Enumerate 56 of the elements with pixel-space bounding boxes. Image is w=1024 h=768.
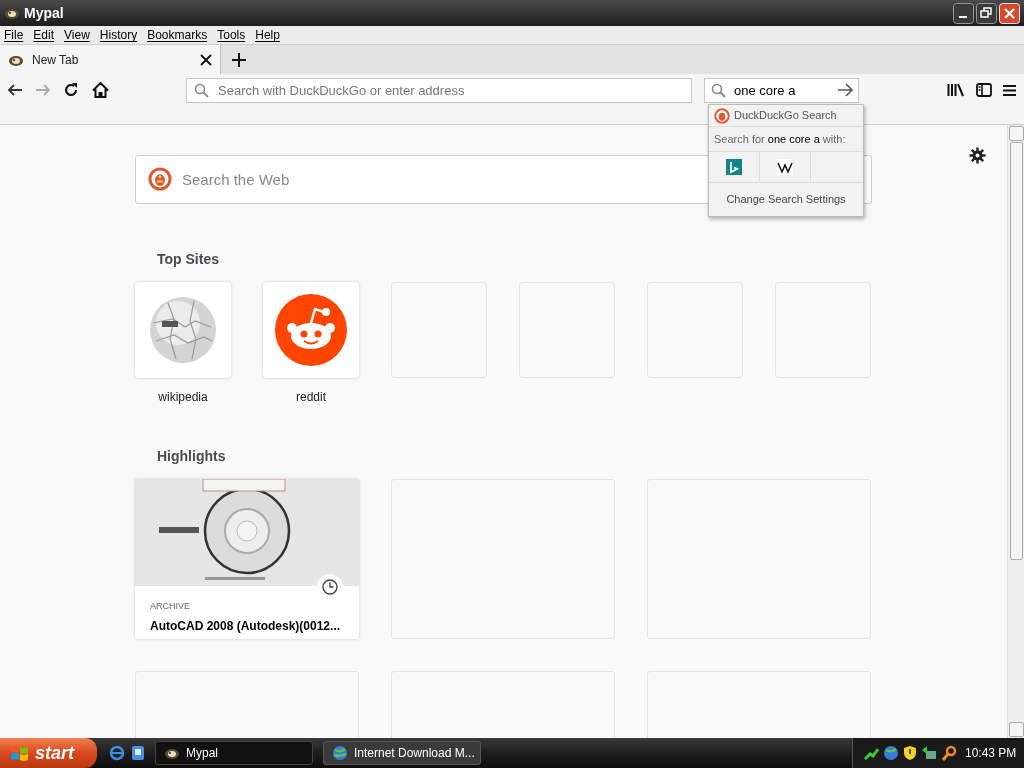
- search-icon: [194, 82, 209, 98]
- section-heading: Top Sites: [157, 250, 220, 269]
- reload-button[interactable]: [63, 82, 79, 98]
- site-label[interactable]: reddit: [296, 388, 326, 406]
- go-arrow-icon[interactable]: [838, 82, 854, 97]
- start-button[interactable]: start: [0, 738, 97, 768]
- close-icon[interactable]: [200, 53, 212, 66]
- window-title: Mypal: [24, 3, 64, 23]
- back-button[interactable]: [7, 82, 23, 98]
- network-icon[interactable]: [863, 745, 879, 761]
- taskbar-button[interactable]: Internet Download M...: [323, 741, 481, 765]
- site-tile[interactable]: [263, 282, 359, 378]
- minimize-button[interactable]: [953, 2, 974, 24]
- item-title[interactable]: AutoCAD 2008 (Autodesk)(0012...: [150, 616, 341, 635]
- search-field[interactable]: one core a: [704, 77, 859, 103]
- sidebar-icon[interactable]: [976, 83, 992, 97]
- site-tile[interactable]: [135, 282, 231, 378]
- menu-icon[interactable]: [1003, 83, 1016, 97]
- windows-flag-icon: [10, 744, 30, 762]
- library-icon[interactable]: [947, 83, 964, 97]
- settings-icon[interactable]: [969, 147, 986, 164]
- menu-item[interactable]: Tools: [217, 26, 246, 44]
- scrollbar[interactable]: [1007, 125, 1024, 738]
- menu-item[interactable]: History: [99, 26, 138, 44]
- desktop-icon[interactable]: [131, 745, 145, 761]
- globe-icon: [332, 745, 348, 761]
- new-tab-icon[interactable]: [232, 52, 246, 67]
- bing-logo-icon[interactable]: [726, 159, 742, 175]
- section-heading: Highlights: [157, 447, 227, 466]
- browser-icon[interactable]: [109, 745, 125, 761]
- duck-logo-icon: [714, 107, 730, 124]
- menu-item[interactable]: View: [64, 26, 90, 44]
- search-icon: [711, 82, 726, 98]
- tab[interactable]: New Tab: [0, 45, 221, 74]
- site-label[interactable]: wikipedia: [158, 388, 208, 406]
- duck-logo-icon: [148, 167, 172, 191]
- home-button[interactable]: [92, 81, 109, 99]
- menu-item[interactable]: Edit: [33, 26, 55, 44]
- menu-item[interactable]: Bookmarks: [147, 26, 208, 44]
- item-type: ARCHIVE: [150, 600, 190, 613]
- menu-item[interactable]: Help: [255, 26, 280, 44]
- menu-item[interactable]: File: [4, 26, 24, 44]
- globe-icon[interactable]: [883, 745, 899, 761]
- maximize-button[interactable]: [976, 2, 997, 24]
- alien-head-icon: [275, 294, 347, 366]
- highlight-card[interactable]: ARCHIVE AutoCAD 2008 (Autodesk)(0012...: [135, 479, 359, 639]
- shield-icon[interactable]: [903, 745, 917, 761]
- search-icon[interactable]: [941, 745, 957, 761]
- close-button[interactable]: [999, 2, 1020, 24]
- address-field[interactable]: Search with DuckDuckGo or enter address: [186, 77, 692, 103]
- taskbar-button[interactable]: Mypal: [155, 741, 313, 765]
- clock: 10:43 PM: [965, 745, 1017, 762]
- wikipedia-logo-icon[interactable]: [777, 159, 793, 175]
- engine-label[interactable]: DuckDuckGo Search: [734, 107, 837, 124]
- globe-icon: [148, 295, 218, 365]
- search-prompt: Search for one core a with:: [713, 132, 847, 147]
